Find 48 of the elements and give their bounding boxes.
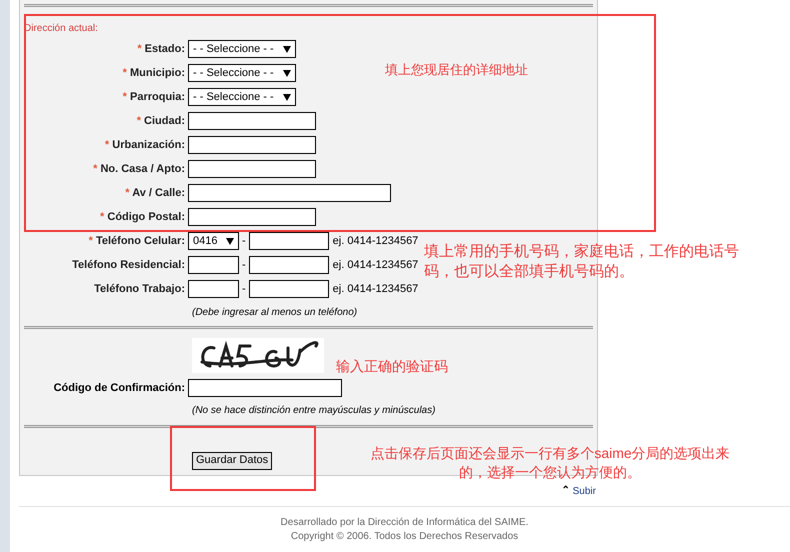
phone-field[interactable] xyxy=(248,280,329,298)
separator-text: - xyxy=(242,258,246,273)
confirmation-code-field[interactable] xyxy=(188,379,342,397)
field-label: Teléfono Trabajo: xyxy=(94,282,185,297)
example-text: ej. 0414-1234567 xyxy=(332,234,418,249)
text-field[interactable] xyxy=(188,184,391,202)
caret-icon xyxy=(226,238,234,244)
footer-text: Desarrollado por la Dirección de Informática del SAIME. xyxy=(280,516,528,530)
caret-icon xyxy=(283,70,291,76)
area-code-field[interactable] xyxy=(188,256,239,274)
select-dropdown[interactable]: 0416 xyxy=(188,232,239,250)
annotation-text: 点击保存后页面还会显示一行有多个saime分局的选项出来的，选择一个您认为方便的。 xyxy=(369,444,731,482)
field-label: * Ciudad: xyxy=(136,114,185,129)
save-button[interactable]: Guardar Datos xyxy=(192,452,272,470)
select-dropdown[interactable]: - - Seleccione - - xyxy=(188,88,296,106)
field-label: * Código Postal: xyxy=(100,210,185,225)
example-text: ej. 0414-1234567 xyxy=(332,258,418,273)
phone-note: (Debe ingresar al menos un teléfono) xyxy=(192,306,358,320)
caret-icon xyxy=(283,94,291,100)
chevron-icon: ⌃ xyxy=(562,486,570,496)
text-field[interactable] xyxy=(188,136,316,154)
field-label: Teléfono Residencial: xyxy=(72,258,185,273)
annotation-text: 填上常用的手机号码，家庭电话，工作的电话号码，也可以全部填手机号码的。 xyxy=(424,242,740,282)
field-label: * Teléfono Celular: xyxy=(88,234,185,249)
select-dropdown[interactable]: - - Seleccione - - xyxy=(188,40,296,58)
example-text: ej. 0414-1234567 xyxy=(332,282,418,297)
separator-text: - xyxy=(242,234,246,249)
footer-text: Copyright © 2006. Todos los Derechos Reservados xyxy=(290,530,518,544)
back-to-top-link[interactable]: ⌃ Subir xyxy=(562,484,596,498)
field-label: * No. Casa / Apto: xyxy=(93,162,185,177)
caret-icon xyxy=(283,46,291,52)
field-label: * Urbanización: xyxy=(104,138,185,153)
field-label: * Parroquia: xyxy=(122,90,185,105)
text-field[interactable] xyxy=(188,112,316,130)
field-label: Código de Confirmación: xyxy=(54,380,185,396)
captcha-note: (No se hace distinción entre mayúsculas y minúsculas) xyxy=(192,404,436,418)
phone-field[interactable] xyxy=(248,232,329,250)
text-field[interactable] xyxy=(188,208,316,226)
annotation-text: 填上您现居住的详细地址 xyxy=(385,61,528,79)
phone-field[interactable] xyxy=(248,256,329,274)
field-label: * Municipio: xyxy=(122,66,185,81)
area-code-field[interactable] xyxy=(188,280,239,298)
annotation-text: 输入正确的验证码 xyxy=(336,357,448,376)
field-label: * Av / Calle: xyxy=(125,186,185,201)
text-field[interactable] xyxy=(188,160,316,178)
separator-text: - xyxy=(242,282,246,297)
select-dropdown[interactable]: - - Seleccione - - xyxy=(188,64,296,82)
field-label: * Estado: xyxy=(137,42,185,57)
